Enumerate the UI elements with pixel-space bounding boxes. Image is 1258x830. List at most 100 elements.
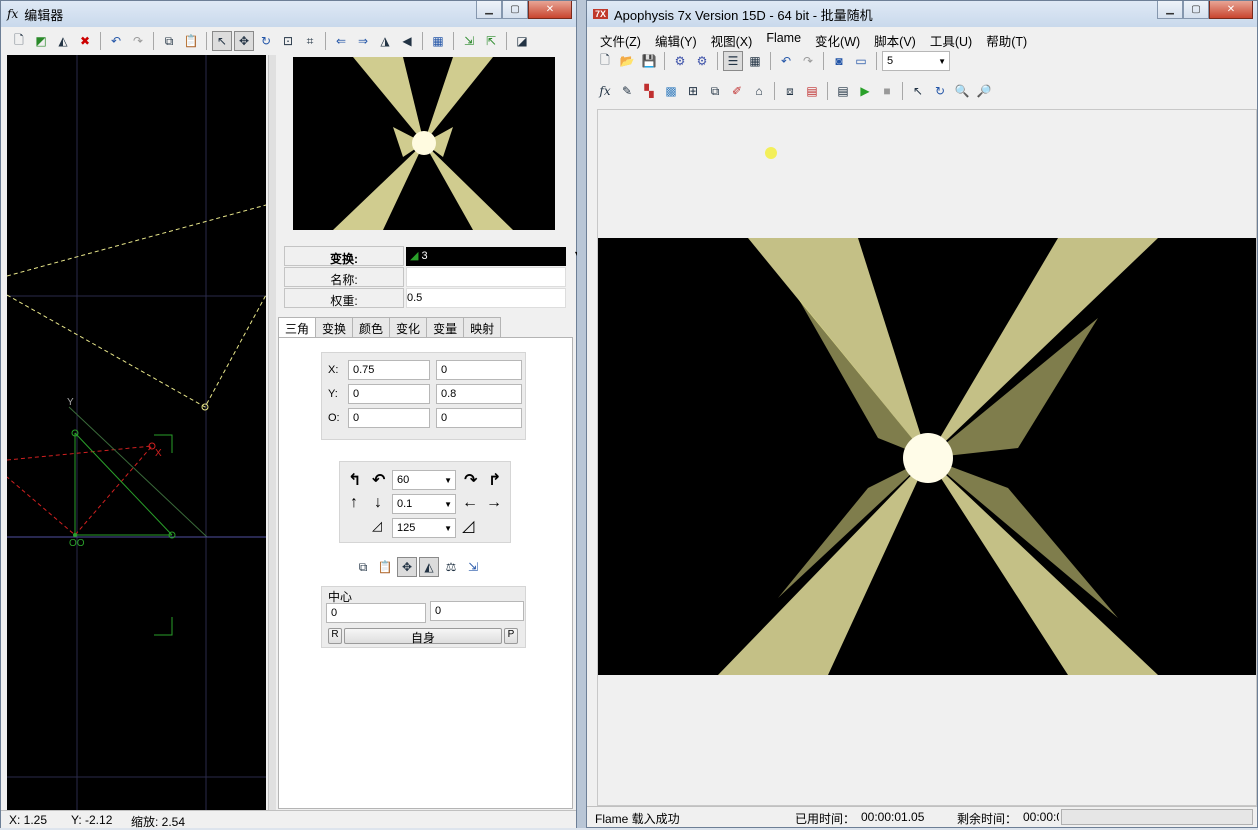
stop-icon[interactable]: ■ xyxy=(877,81,897,101)
flip-icon[interactable]: ⌗ xyxy=(300,31,320,51)
o-input-1[interactable]: 0 xyxy=(348,408,430,428)
tab-triangle[interactable]: 三角 xyxy=(278,317,317,339)
new-transform-icon[interactable]: 🗋 xyxy=(9,31,29,51)
thumbnail-view-icon[interactable]: ▦ xyxy=(745,51,765,71)
p-button[interactable]: P xyxy=(504,628,518,644)
menu-script[interactable]: 脚本(V) xyxy=(867,31,923,50)
reset-icon[interactable]: ◪ xyxy=(512,31,532,51)
move-right-icon[interactable]: → xyxy=(486,494,502,512)
palette-icon[interactable]: ▩ xyxy=(661,81,681,101)
select-icon[interactable]: ↖ xyxy=(212,31,232,51)
r-button[interactable]: R xyxy=(328,628,342,644)
grid-icon[interactable]: ▦ xyxy=(428,31,448,51)
rotate-icon[interactable]: ↻ xyxy=(256,31,276,51)
rotate-view-icon[interactable]: ↻ xyxy=(930,81,950,101)
pivot-world-icon[interactable]: ⇱ xyxy=(481,31,501,51)
mirror-icon[interactable]: ◮ xyxy=(375,31,395,51)
copy-icon[interactable]: ⧉ xyxy=(159,31,179,51)
select-pointer-icon[interactable]: ↖ xyxy=(908,81,928,101)
favorites-icon[interactable]: ⌂ xyxy=(749,81,769,101)
paste-icon[interactable]: 📋 xyxy=(181,31,201,51)
browser-icon[interactable]: ⧉ xyxy=(705,81,725,101)
frame-icon[interactable]: ▤ xyxy=(802,81,822,101)
render-icon[interactable]: ⚙ xyxy=(670,51,690,71)
menu-help[interactable]: 帮助(T) xyxy=(979,31,1034,50)
splitter[interactable] xyxy=(268,55,276,810)
mutate-icon[interactable]: ⊞ xyxy=(683,81,703,101)
transform-select[interactable]: ◢ 3 ▼ xyxy=(406,247,582,266)
move-left-icon[interactable]: ← xyxy=(462,494,478,512)
minimize-button[interactable]: ▁ xyxy=(476,1,502,19)
move-combo[interactable]: 0.1 ▼ xyxy=(392,494,456,514)
tab-variables[interactable]: 变量 xyxy=(426,317,465,337)
pivot-mode-icon[interactable]: ✥ xyxy=(397,557,417,577)
tab-mapping[interactable]: 映射 xyxy=(463,317,502,337)
rotate-combo[interactable]: 60 ▼ xyxy=(392,470,456,490)
copy-triangle-icon[interactable]: ⧉ xyxy=(353,557,373,577)
scale-down-icon[interactable]: ◿ xyxy=(372,518,382,534)
rotate-cw-90-icon[interactable]: ↱ xyxy=(488,470,501,490)
rotate-cw-icon[interactable]: ↷ xyxy=(464,470,477,490)
redo-icon[interactable]: ↷ xyxy=(128,31,148,51)
flip-vertical-icon[interactable]: ⇒ xyxy=(353,31,373,51)
menu-file[interactable]: 文件(Z) xyxy=(593,31,648,50)
name-field[interactable] xyxy=(406,267,566,287)
zoom-in-icon[interactable]: 🔍 xyxy=(952,81,972,101)
mirror2-icon[interactable]: ◀ xyxy=(397,31,417,51)
script-icon[interactable]: ▤ xyxy=(833,81,853,101)
center-x-input[interactable]: 0 xyxy=(326,603,426,623)
gradient-icon[interactable]: ▚ xyxy=(639,81,659,101)
tab-transform[interactable]: 变换 xyxy=(315,317,354,337)
adjust-icon[interactable]: ✎ xyxy=(617,81,637,101)
y-input-1[interactable]: 0 xyxy=(348,384,430,404)
transparency-icon[interactable]: ⧈ xyxy=(780,81,800,101)
triangle-canvas[interactable]: Y X OO xyxy=(7,55,266,810)
y-input-2[interactable]: 0.8 xyxy=(436,384,522,404)
main-titlebar[interactable]: 7X Apophysis 7x Version 15D - 64 bit - 批… xyxy=(587,1,1257,27)
balance-icon[interactable]: ⚖ xyxy=(441,557,461,577)
close-button[interactable]: ✕ xyxy=(528,1,572,19)
maximize-button[interactable]: ▢ xyxy=(1183,1,1209,19)
paint-icon[interactable]: ✐ xyxy=(727,81,747,101)
minimize-button[interactable]: ▁ xyxy=(1157,1,1183,19)
menu-flame[interactable]: Flame xyxy=(759,31,808,50)
run-icon[interactable]: ▶ xyxy=(855,81,875,101)
triangle-mode-icon[interactable]: ◭ xyxy=(419,557,439,577)
undo-icon[interactable]: ↶ xyxy=(106,31,126,51)
scale-combo[interactable]: 125 ▼ xyxy=(392,518,456,538)
scale-icon[interactable]: ⊡ xyxy=(278,31,298,51)
new-file-icon[interactable]: 🗋 xyxy=(595,51,615,71)
save-icon[interactable]: 💾 xyxy=(639,51,659,71)
x-input-1[interactable]: 0.75 xyxy=(348,360,430,380)
quality-combo[interactable]: 5 ▼ xyxy=(882,51,950,71)
rotate-ccw-icon[interactable]: ↶ xyxy=(372,470,385,490)
window-icon[interactable]: ▭ xyxy=(851,51,871,71)
scale-up-icon[interactable]: ◿ xyxy=(462,516,474,536)
tab-variation[interactable]: 变化 xyxy=(389,317,428,337)
add-transform-icon[interactable]: ◩ xyxy=(31,31,51,51)
o-input-2[interactable]: 0 xyxy=(436,408,522,428)
editor-fx-icon[interactable]: fx xyxy=(595,81,615,101)
zoom-out-icon[interactable]: 🔎 xyxy=(974,81,994,101)
close-button[interactable]: ✕ xyxy=(1209,1,1253,19)
list-view-icon[interactable]: ☰ xyxy=(723,51,743,71)
delete-icon[interactable]: ✖ xyxy=(75,31,95,51)
batch-render-icon[interactable]: ⚙ xyxy=(692,51,712,71)
editor-titlebar[interactable]: fx 编辑器 ▁ ▢ ✕ xyxy=(1,1,576,27)
render-area[interactable] xyxy=(597,109,1257,806)
menu-tools[interactable]: 工具(U) xyxy=(923,31,979,50)
center-y-input[interactable]: 0 xyxy=(430,601,524,621)
undo-icon[interactable]: ↶ xyxy=(776,51,796,71)
post-transform-icon[interactable]: ⇲ xyxy=(463,557,483,577)
flip-horizontal-icon[interactable]: ⇐ xyxy=(331,31,351,51)
maximize-button[interactable]: ▢ xyxy=(502,1,528,19)
open-folder-icon[interactable]: 📂 xyxy=(617,51,637,71)
menu-view[interactable]: 视图(X) xyxy=(704,31,760,50)
move-up-icon[interactable]: ↑ xyxy=(350,494,358,512)
fullscreen-icon[interactable]: ◙ xyxy=(829,51,849,71)
redo-icon[interactable]: ↷ xyxy=(798,51,818,71)
duplicate-icon[interactable]: ◭ xyxy=(53,31,73,51)
move-icon[interactable]: ✥ xyxy=(234,31,254,51)
rotate-ccw-90-icon[interactable]: ↰ xyxy=(348,470,361,490)
tab-color[interactable]: 颜色 xyxy=(352,317,391,337)
